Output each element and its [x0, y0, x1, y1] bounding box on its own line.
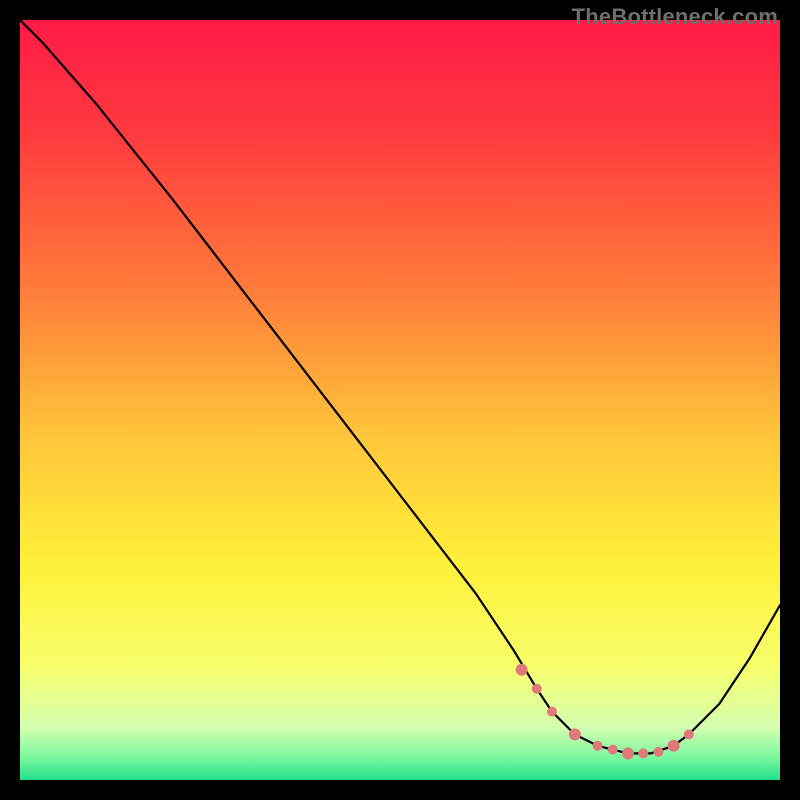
marker-dot — [516, 664, 528, 676]
marker-dot — [593, 741, 603, 751]
marker-dot — [622, 747, 634, 759]
marker-dot — [668, 740, 680, 752]
chart-frame: TheBottleneck.com — [0, 0, 800, 800]
marker-dot — [684, 729, 694, 739]
plot-area — [20, 20, 780, 780]
gradient-background — [20, 20, 780, 780]
marker-dot — [532, 684, 542, 694]
marker-dot — [653, 747, 663, 757]
watermark-text: TheBottleneck.com — [572, 4, 778, 30]
marker-dot — [569, 728, 581, 740]
marker-dot — [547, 707, 557, 717]
chart-svg — [20, 20, 780, 780]
marker-dot — [638, 748, 648, 758]
marker-dot — [608, 745, 618, 755]
